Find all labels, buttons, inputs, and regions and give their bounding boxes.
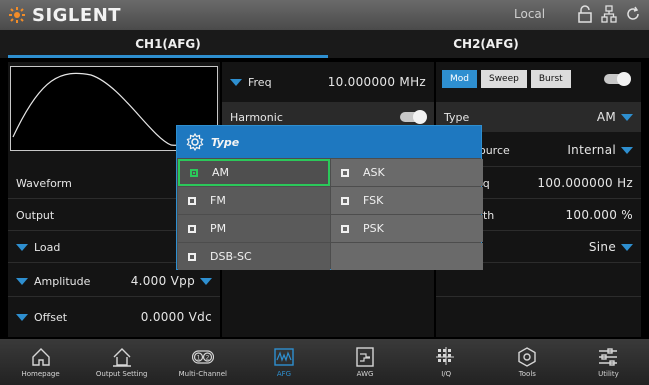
option-label: FM xyxy=(210,194,226,207)
load-label: Load xyxy=(34,240,61,254)
nav-awg[interactable]: AWG xyxy=(325,339,406,385)
brand-logo: SIGLENT xyxy=(8,5,121,26)
lock-icon[interactable] xyxy=(577,5,593,23)
nav-label: I/Q xyxy=(441,370,452,378)
checkbox-icon xyxy=(341,196,349,205)
nav-label: Homepage xyxy=(21,370,60,378)
option-dsb-sc[interactable]: DSB-SC xyxy=(178,243,330,270)
tab-ch1[interactable]: CH1(AFG) xyxy=(8,30,328,58)
shape-dropdown-icon xyxy=(621,243,633,251)
freq-dropdown-icon xyxy=(230,78,242,86)
svg-text:2: 2 xyxy=(205,355,209,362)
waveform-label: Waveform xyxy=(16,176,72,190)
option-empty xyxy=(331,243,483,270)
load-dropdown-icon xyxy=(16,243,28,251)
checkbox-icon xyxy=(341,168,349,177)
output-label: Output xyxy=(16,208,55,222)
dialog-title: Type xyxy=(211,135,240,149)
top-bar: SIGLENT Local xyxy=(0,0,649,30)
amplitude-unit-icon[interactable] xyxy=(200,277,212,285)
type-label: Type xyxy=(444,110,470,124)
option-label: DSB-SC xyxy=(210,250,252,263)
offset-value: 0.0000 Vdc xyxy=(140,310,212,324)
freq-value: 10.000000 MHz xyxy=(327,75,426,89)
bottom-nav: Homepage Output Setting 1 2 Multi-Channe… xyxy=(0,339,649,385)
harmonic-toggle[interactable] xyxy=(400,110,427,124)
active-tab-indicator xyxy=(8,55,328,58)
awg-icon xyxy=(356,347,374,367)
tools-icon xyxy=(518,347,537,367)
refresh-icon[interactable] xyxy=(625,5,641,23)
freq-label: Freq xyxy=(248,75,272,89)
checkbox-icon xyxy=(188,196,196,205)
checkbox-icon xyxy=(341,224,349,233)
amplitude-dropdown-icon xyxy=(16,277,28,285)
mod-button[interactable]: Mod xyxy=(442,70,477,88)
depth-value: 100.000 % xyxy=(565,208,633,222)
nav-multi-channel[interactable]: 1 2 Multi-Channel xyxy=(162,339,243,385)
tab-ch2[interactable]: CH2(AFG) xyxy=(330,30,642,58)
nav-label: Tools xyxy=(518,370,536,378)
mode-selector: Mod Sweep Burst xyxy=(442,70,571,88)
network-icon[interactable] xyxy=(601,5,617,23)
nav-label: Multi-Channel xyxy=(178,370,227,378)
nav-tools[interactable]: Tools xyxy=(487,339,568,385)
checkbox-icon xyxy=(188,224,196,233)
utility-icon xyxy=(599,348,618,366)
remote-status: Local xyxy=(514,7,546,21)
option-pm[interactable]: PM xyxy=(178,215,330,242)
mode-toggle[interactable] xyxy=(604,72,631,86)
multi-channel-icon: 1 2 xyxy=(191,350,214,364)
nav-afg[interactable]: AFG xyxy=(243,339,324,385)
option-psk[interactable]: PSK xyxy=(331,215,483,242)
offset-row[interactable]: Offset 0.0000 Vdc xyxy=(8,302,220,332)
type-value: AM xyxy=(596,110,616,124)
harmonic-label: Harmonic xyxy=(230,110,283,124)
brand-name: SIGLENT xyxy=(32,4,122,26)
dialog-header: Type xyxy=(177,126,481,158)
type-dropdown-icon xyxy=(621,113,633,121)
output-icon xyxy=(112,348,131,367)
nav-output-setting[interactable]: Output Setting xyxy=(81,339,162,385)
sweep-button[interactable]: Sweep xyxy=(480,70,527,88)
nav-iq[interactable]: I/Q xyxy=(406,339,487,385)
nav-label: Utility xyxy=(598,370,619,378)
nav-utility[interactable]: Utility xyxy=(568,339,649,385)
shape-value: Sine xyxy=(588,240,616,254)
option-label: FSK xyxy=(363,194,384,207)
iq-icon xyxy=(436,347,455,365)
option-ask[interactable]: ASK xyxy=(331,159,483,186)
source-dropdown-icon xyxy=(621,146,633,154)
gear-icon xyxy=(186,132,204,152)
nav-label: AWG xyxy=(356,370,374,378)
option-label: PM xyxy=(210,222,227,235)
option-label: ASK xyxy=(363,166,385,179)
siglent-logo-icon xyxy=(9,7,25,23)
nav-label: AFG xyxy=(276,370,292,378)
checkbox-icon xyxy=(190,168,198,177)
mod-freq-value: 100.000000 Hz xyxy=(537,176,633,190)
option-fsk[interactable]: FSK xyxy=(331,187,483,214)
option-fm[interactable]: FM xyxy=(178,187,330,214)
channel-tabs: CH1(AFG) CH2(AFG) xyxy=(0,30,649,58)
source-value: Internal xyxy=(567,143,616,157)
option-label: PSK xyxy=(363,222,384,235)
svg-text:1: 1 xyxy=(196,355,200,362)
checkbox-icon xyxy=(188,252,196,261)
type-selection-dialog: Type AM ASK FM FSK PM PSK DSB-SC xyxy=(176,125,483,270)
offset-dropdown-icon xyxy=(16,313,28,321)
offset-label: Offset xyxy=(34,310,68,324)
nav-homepage[interactable]: Homepage xyxy=(0,339,81,385)
nav-label: Output Setting xyxy=(95,370,148,378)
afg-icon xyxy=(274,348,294,366)
burst-button[interactable]: Burst xyxy=(530,70,571,88)
freq-row[interactable]: Freq 10.000000 MHz xyxy=(222,67,434,97)
amplitude-row[interactable]: Amplitude 4.000 Vpp xyxy=(8,266,220,296)
option-label: AM xyxy=(212,166,230,179)
amplitude-value: 4.000 Vpp xyxy=(130,274,195,288)
option-am[interactable]: AM xyxy=(178,159,330,186)
amplitude-label: Amplitude xyxy=(34,274,91,288)
home-icon xyxy=(31,348,50,366)
